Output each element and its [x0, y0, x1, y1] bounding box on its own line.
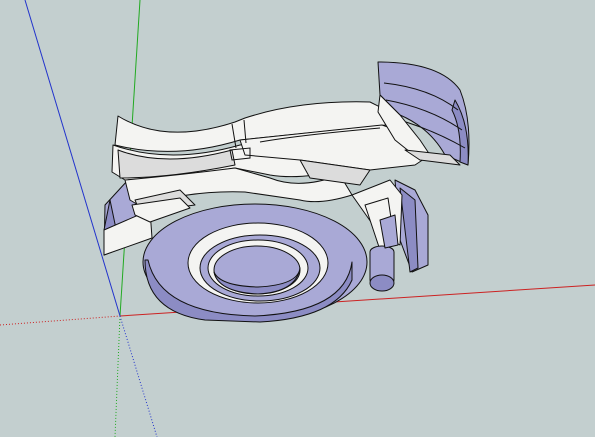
modeling-viewport[interactable] [0, 0, 595, 437]
3d-scene-canvas[interactable] [0, 0, 595, 437]
